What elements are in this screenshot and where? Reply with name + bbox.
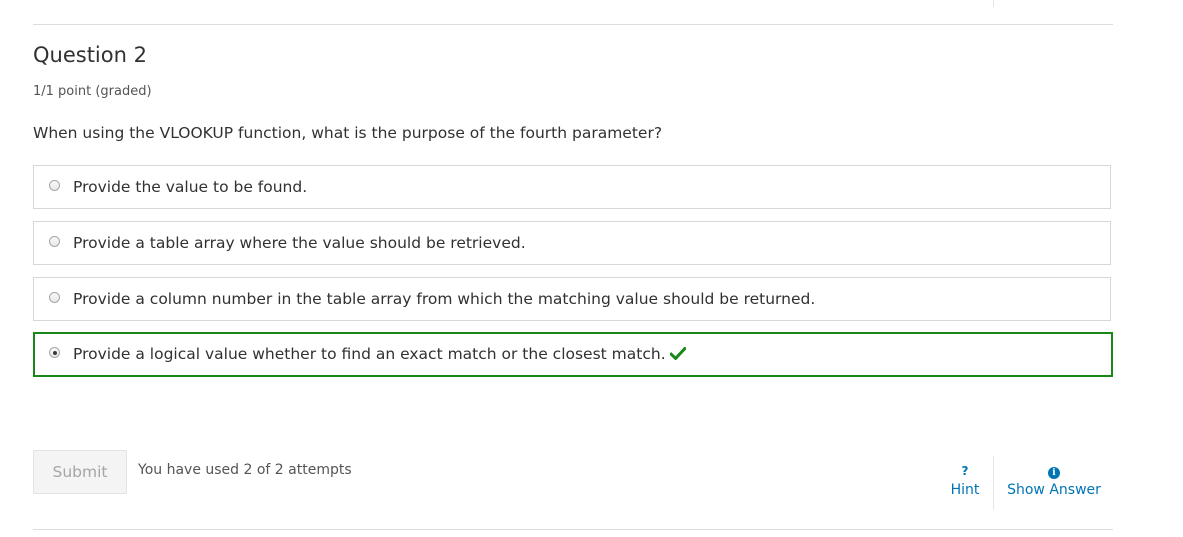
choice-label[interactable]: Provide a logical value whether to find …: [73, 345, 666, 363]
choice-label[interactable]: Provide a column number in the table arr…: [73, 289, 815, 309]
radio-dot: [52, 350, 57, 355]
radio-button[interactable]: [49, 180, 60, 191]
question-icon: ?: [961, 464, 969, 478]
action-separator: [993, 456, 994, 510]
check-icon: [669, 346, 686, 360]
bottom-divider: [33, 529, 1113, 530]
question-title: Question 2: [33, 43, 147, 67]
choice-option-2[interactable]: Provide a table array where the value sh…: [33, 221, 1111, 265]
choice-option-4-correct[interactable]: Provide a logical value whether to find …: [33, 332, 1113, 377]
hint-button[interactable]: ? Hint: [945, 462, 985, 499]
choice-label[interactable]: Provide the value to be found.: [73, 177, 307, 197]
choice-label-row[interactable]: Provide a logical value whether to find …: [73, 344, 686, 364]
choice-option-3[interactable]: Provide a column number in the table arr…: [33, 277, 1111, 321]
question-points: 1/1 point (graded): [33, 84, 152, 99]
question-prompt: When using the VLOOKUP function, what is…: [33, 124, 663, 142]
choice-option-1[interactable]: Provide the value to be found.: [33, 165, 1111, 209]
radio-button[interactable]: [49, 292, 60, 303]
choice-label[interactable]: Provide a table array where the value sh…: [73, 233, 526, 253]
top-vertical-divider: [993, 0, 994, 7]
submit-button[interactable]: Submit: [33, 450, 127, 494]
radio-button[interactable]: [49, 236, 60, 247]
hint-label[interactable]: Hint: [951, 482, 980, 498]
info-icon: i: [1048, 467, 1060, 479]
top-divider: [33, 24, 1113, 25]
radio-button-selected[interactable]: [49, 347, 60, 358]
show-answer-label[interactable]: Show Answer: [1007, 482, 1101, 498]
show-answer-button[interactable]: i Show Answer: [1004, 462, 1104, 499]
attempts-text: You have used 2 of 2 attempts: [138, 462, 352, 478]
